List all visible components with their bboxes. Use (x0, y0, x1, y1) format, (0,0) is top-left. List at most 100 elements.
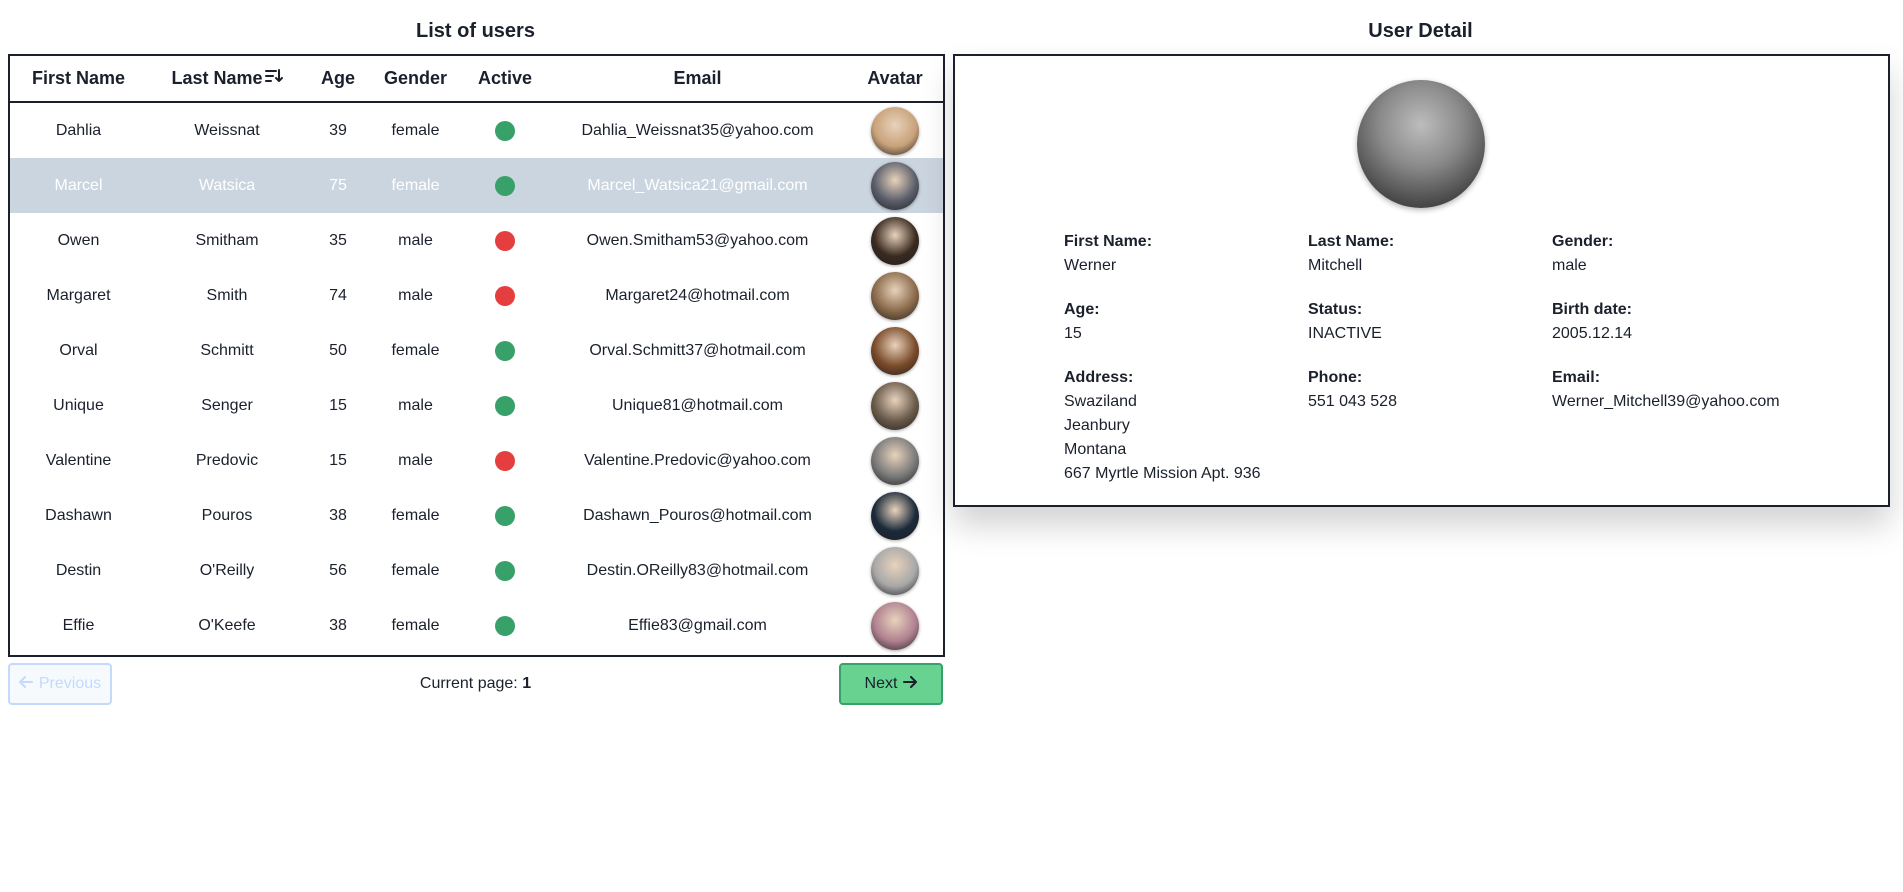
phone-label: Phone: (1308, 369, 1363, 386)
column-header-email[interactable]: Email (548, 56, 847, 103)
active-cell (462, 268, 548, 323)
birth-date-field: Birth date: 2005.12.14 (1552, 298, 1632, 346)
column-header-first-name[interactable]: First Name (10, 56, 147, 103)
avatar (871, 326, 919, 375)
age-cell: 56 (329, 561, 347, 579)
next-button-label: Next (864, 675, 898, 692)
email-cell: Marcel_Watsica21@gmail.com (548, 158, 847, 213)
detail-title: User Detail (1368, 20, 1473, 42)
table-row[interactable]: Owen Smitham 35 male Owen.Smitham53@yahoo.co… (10, 213, 943, 268)
first-name-cell: Effie (62, 616, 95, 634)
last-name-cell: O'Keefe (198, 616, 256, 634)
first-name-cell: Destin (55, 561, 102, 579)
gender-cell: female (391, 561, 440, 579)
last-name-cell: Pouros (201, 506, 253, 524)
gender-cell: female (391, 616, 440, 634)
last-name-value: Mitchell (1308, 257, 1363, 274)
avatar-cell (847, 102, 943, 158)
email-value: Werner_Mitchell39@yahoo.com (1552, 393, 1780, 410)
column-header-age[interactable]: Age (307, 56, 369, 103)
last-name-cell: Watsica (147, 158, 307, 213)
table-header-row: First Name Last Name Age Gender Active E… (10, 56, 943, 103)
email-cell: Unique81@hotmail.com (612, 396, 783, 414)
last-name-cell: Smith (206, 286, 248, 304)
address-label: Address: (1064, 369, 1134, 386)
gender-cell: female (391, 121, 440, 139)
active-cell (462, 543, 548, 598)
inactive-status-dot (495, 285, 515, 306)
active-cell (462, 213, 548, 268)
table-row[interactable]: Effie O'Keefe 38 female Effie83@gmail.com (10, 598, 943, 653)
address-field: Address: Swaziland Jeanbury Montana 667 … (1064, 366, 1261, 486)
email-cell: Margaret24@hotmail.com (605, 286, 790, 304)
table-row[interactable]: Margaret Smith 74 male Margaret24@hotmail.co… (10, 268, 943, 323)
active-cell (462, 102, 548, 158)
column-header-gender[interactable]: Gender (369, 56, 462, 103)
column-header-last-name[interactable]: Last Name (147, 56, 307, 103)
age-cell: 35 (329, 231, 347, 249)
age-cell: 38 (329, 506, 347, 524)
avatar (871, 436, 919, 485)
active-cell (462, 488, 548, 543)
table-row[interactable]: Orval Schmitt 50 female Orval.Schmitt37@hotm… (10, 323, 943, 378)
column-header-last-name-label: Last Name (171, 67, 263, 88)
inactive-status-dot (495, 230, 515, 251)
inactive-status-dot (495, 450, 515, 471)
active-cell (462, 598, 548, 653)
gender-value: male (1552, 257, 1587, 274)
avatar-cell (847, 378, 943, 433)
age-cell: 15 (329, 396, 347, 414)
gender-field: Gender: male (1552, 230, 1613, 278)
column-header-active[interactable]: Active (462, 56, 548, 103)
current-page-indicator: Current page: 1 (8, 675, 943, 693)
gender-cell: male (398, 286, 433, 304)
avatar-cell (847, 158, 943, 213)
avatar-cell (847, 433, 943, 488)
last-name-cell: Senger (201, 396, 253, 414)
status-field: Status: INACTIVE (1308, 298, 1382, 346)
first-name-cell: Dashawn (45, 506, 112, 524)
pagination: Previous Current page: 1 Next (8, 663, 943, 707)
active-status-dot (495, 560, 515, 581)
active-status-dot (495, 505, 515, 526)
avatar-cell (847, 598, 943, 653)
table-row[interactable]: Destin O'Reilly 56 female Destin.OReilly83@h… (10, 543, 943, 598)
age-cell: 39 (329, 121, 347, 139)
table-row[interactable]: Unique Senger 15 male Unique81@hotmail.com (10, 378, 943, 433)
avatar-cell (847, 323, 943, 378)
table-row[interactable]: Dahlia Weissnat 39 female Dahlia_Weissnat35@… (10, 102, 943, 158)
first-name-cell: Owen (57, 231, 100, 249)
avatar-cell (847, 488, 943, 543)
first-name-value: Werner (1064, 257, 1117, 274)
address-line: Swaziland (1064, 393, 1137, 410)
avatar (871, 106, 919, 155)
age-cell: 74 (329, 286, 347, 304)
gender-cell: male (398, 231, 433, 249)
email-cell: Owen.Smitham53@yahoo.com (586, 231, 809, 249)
previous-button[interactable]: Previous (8, 663, 112, 705)
first-name-field: First Name: Werner (1064, 230, 1152, 278)
age-label: Age: (1064, 301, 1100, 318)
column-header-avatar: Avatar (847, 56, 943, 103)
user-detail-card: First Name: Werner Last Name: Mitchell G… (953, 54, 1890, 507)
phone-value: 551 043 528 (1308, 393, 1397, 410)
next-button[interactable]: Next (839, 663, 943, 705)
last-name-cell: O'Reilly (199, 561, 255, 579)
email-cell: Destin.OReilly83@hotmail.com (586, 561, 809, 579)
table-row[interactable]: Valentine Predovic 15 male Valentine.Predovi… (10, 433, 943, 488)
status-value: INACTIVE (1308, 325, 1382, 342)
age-cell: 75 (307, 158, 369, 213)
address-line: 667 Myrtle Mission Apt. 936 (1064, 465, 1261, 482)
status-label: Status: (1308, 301, 1363, 318)
avatar-cell (847, 213, 943, 268)
gender-label: Gender: (1552, 233, 1614, 250)
age-cell: 50 (329, 341, 347, 359)
last-name-field: Last Name: Mitchell (1308, 230, 1394, 278)
first-name-cell: Orval (59, 341, 98, 359)
email-label: Email: (1552, 369, 1601, 386)
sort-descending-icon[interactable] (264, 68, 283, 89)
table-row[interactable]: Dashawn Pouros 38 female Dashawn_Pouros@hotm… (10, 488, 943, 543)
avatar-cell (847, 268, 943, 323)
table-row[interactable]: Marcel Watsica 75 female Marcel_Watsica21@gm… (10, 158, 943, 213)
last-name-cell: Smitham (195, 231, 259, 249)
